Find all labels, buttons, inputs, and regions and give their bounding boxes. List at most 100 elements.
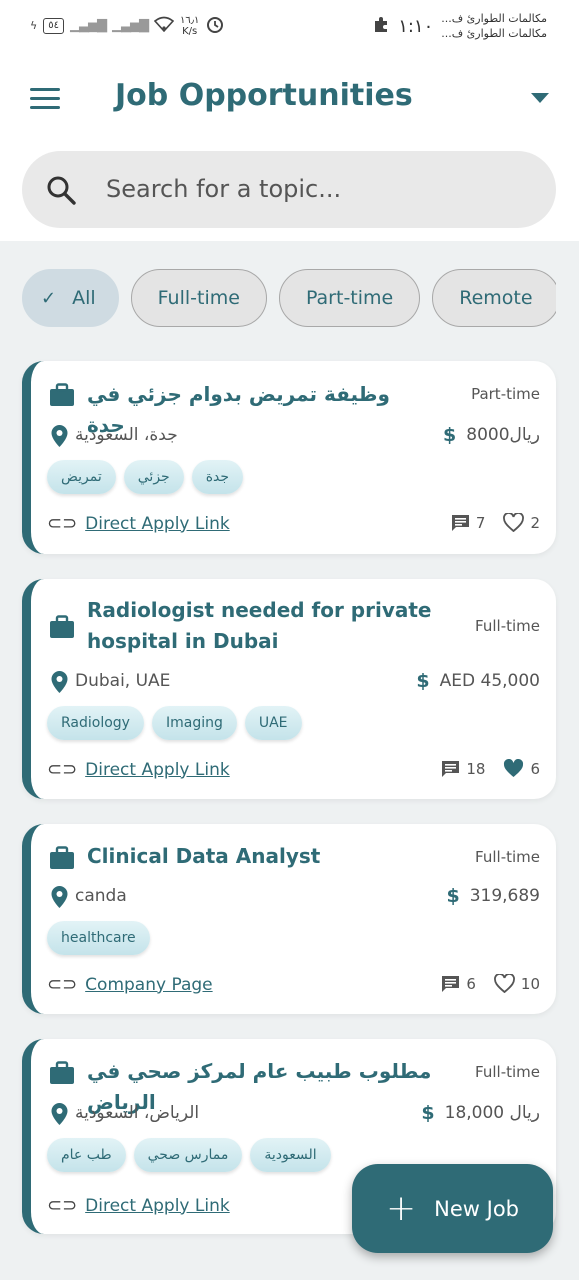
search-icon (47, 176, 76, 205)
job-location: جدة، السعودية (75, 425, 178, 445)
status-right: ١:١٠ مكالمات الطوارئ ف... مكالمات الطوار… (372, 11, 547, 41)
dollar-icon: $ (421, 1102, 435, 1124)
job-title-line-1: Radiologist needed for private (87, 598, 432, 622)
status-bar: ϟ ٥٤ ▁▃▅▇ ▁▃▅▇ ١٦٫١ K/s ١:١٠ مكالمات الط… (0, 0, 579, 58)
new-job-label: New Job (434, 1196, 520, 1221)
job-type: Full-time (475, 1063, 540, 1081)
link-icon: ⊂⊃ (47, 759, 78, 780)
apply-link-text[interactable]: Direct Apply Link (85, 760, 230, 780)
job-stats: 18 6 (441, 759, 540, 778)
like-count: 10 (520, 974, 540, 993)
comment-icon[interactable] (441, 975, 460, 992)
comment-icon[interactable] (451, 514, 470, 531)
job-salary: $ ريال8000 (443, 424, 540, 446)
like-count: 2 (530, 513, 540, 532)
apply-link[interactable]: ⊂⊃ Direct Apply Link (47, 1195, 230, 1216)
status-left: ϟ ٥٤ ▁▃▅▇ ▁▃▅▇ ١٦٫١ K/s (30, 14, 225, 37)
chevron-down-icon[interactable] (531, 93, 549, 103)
wifi-icon (153, 16, 175, 35)
job-tags: طب عام ممارس صحي السعودية (47, 1138, 331, 1172)
apply-link[interactable]: ⊂⊃ Direct Apply Link (47, 759, 230, 780)
tag[interactable]: طب عام (47, 1138, 126, 1172)
chip-label: Remote (459, 287, 533, 309)
job-salary: $ ريال 18,000 (421, 1102, 540, 1124)
job-location: Dubai, UAE (75, 671, 171, 691)
plus-icon: + (385, 1187, 417, 1229)
chip-remote[interactable]: Remote (432, 269, 556, 327)
salary-value: ريال8000 (466, 425, 540, 445)
comment-count: 7 (475, 513, 486, 532)
location-pin-icon (51, 1103, 68, 1125)
network-speed-unit: K/s (182, 25, 198, 37)
tag[interactable]: تمريض (47, 460, 116, 494)
job-location: الرياض، السعودية (75, 1103, 200, 1123)
job-tags: healthcare (47, 921, 150, 955)
link-icon: ⊂⊃ (47, 974, 78, 995)
battery-indicator: ٥٤ (43, 17, 65, 34)
briefcase-icon (50, 846, 74, 869)
apply-link-text[interactable]: Direct Apply Link (85, 514, 230, 534)
charging-icon: ϟ (30, 19, 38, 32)
job-stats: 6 10 (441, 974, 540, 993)
page-title: Job Opportunities (115, 78, 413, 113)
job-type: Part-time (471, 385, 540, 403)
briefcase-icon (50, 383, 74, 406)
briefcase-icon (50, 1061, 74, 1084)
network-speed: ١٦٫١ K/s (180, 15, 199, 37)
dollar-icon: $ (443, 424, 457, 446)
job-tags: تمريض جزئي جدة (47, 460, 244, 494)
check-icon: ✓ (41, 287, 57, 309)
menu-icon[interactable] (30, 88, 60, 110)
tag[interactable]: ممارس صحي (133, 1138, 243, 1172)
heart-filled-icon[interactable] (503, 759, 524, 778)
heart-icon[interactable] (494, 974, 515, 993)
dollar-icon: $ (446, 885, 460, 907)
company-link-text[interactable]: Company Page (85, 975, 212, 995)
location-pin-icon (51, 671, 68, 693)
job-salary: $ AED 45,000 (416, 670, 540, 692)
job-card[interactable]: Clinical Data Analyst Full-time canda $3… (22, 824, 556, 1014)
location-pin-icon (51, 425, 68, 447)
chip-label: Full-time (157, 287, 240, 309)
job-location: canda (75, 886, 127, 906)
tag[interactable]: UAE (244, 706, 302, 740)
job-card[interactable]: Radiologist needed for private hospital … (22, 579, 556, 799)
link-icon: ⊂⊃ (47, 1195, 78, 1216)
tag[interactable]: السعودية (250, 1138, 331, 1172)
notification-text: مكالمات الطوارئ ف... مكالمات الطوارئ ف..… (441, 11, 547, 41)
tag[interactable]: جزئي (123, 460, 184, 494)
apply-link[interactable]: ⊂⊃ Direct Apply Link (47, 513, 230, 534)
job-title[interactable]: Clinical Data Analyst (87, 841, 427, 872)
location-pin-icon (51, 886, 68, 908)
search-bar[interactable] (22, 151, 556, 228)
comment-icon[interactable] (441, 760, 460, 777)
new-job-button[interactable]: + New Job (352, 1164, 553, 1253)
chip-all[interactable]: ✓ All (22, 269, 119, 327)
tag[interactable]: جدة (191, 460, 244, 494)
chip-full-time[interactable]: Full-time (130, 269, 267, 327)
heart-icon[interactable] (503, 513, 525, 532)
comment-count: 6 (466, 974, 476, 993)
search-input[interactable] (106, 169, 526, 209)
filter-chips: ✓ All Full-time Part-time Remote (22, 269, 556, 327)
tag[interactable]: Radiology (47, 706, 144, 740)
job-type: Full-time (475, 617, 540, 635)
salary-value: 319,689 (469, 886, 540, 906)
job-stats: 7 2 (451, 513, 540, 532)
tag[interactable]: healthcare (47, 921, 150, 955)
tag[interactable]: Imaging (151, 706, 237, 740)
like-count: 6 (530, 759, 540, 778)
company-link[interactable]: ⊂⊃ Company Page (47, 974, 213, 995)
chip-part-time[interactable]: Part-time (278, 269, 421, 327)
notification-line-1: مكالمات الطوارئ ف... (441, 12, 547, 25)
job-title[interactable]: Radiologist needed for private hospital … (87, 595, 447, 657)
salary-value: AED 45,000 (439, 671, 540, 691)
briefcase-icon (50, 615, 74, 638)
job-card[interactable]: وظيفة تمريض بدوام جزئي في جدة Part-time … (22, 361, 556, 554)
network-speed-value: ١٦٫١ (180, 14, 200, 26)
clock: ١:١٠ (398, 15, 434, 37)
apply-link-text[interactable]: Direct Apply Link (85, 1196, 230, 1216)
comment-count: 18 (466, 759, 486, 778)
job-type: Full-time (475, 848, 540, 866)
job-title-line-2: hospital in Dubai (87, 629, 279, 653)
